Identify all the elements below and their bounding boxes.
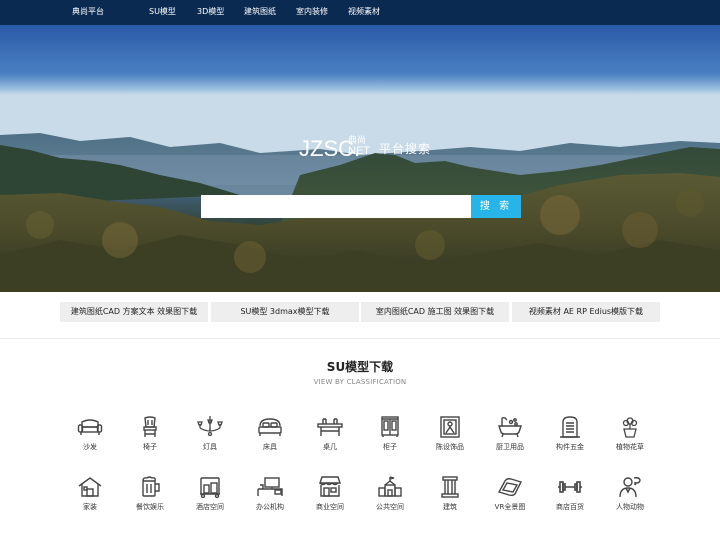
category-item-chair[interactable]: 椅子 — [120, 416, 180, 460]
category-item-kitchen-bath[interactable]: 厨卫用品 — [480, 416, 540, 460]
category-item-vr-panorama[interactable]: VR全景图 — [480, 476, 540, 520]
cabinet-icon — [381, 416, 399, 437]
category-label: 公共空间 — [376, 503, 404, 511]
column-icon — [441, 476, 459, 498]
category-item-plants[interactable]: 植物花草 — [600, 416, 660, 460]
category-label: 柜子 — [383, 443, 397, 451]
site-logo[interactable]: JZSC. 典尚 NET 平台搜索 — [299, 136, 430, 161]
category-label: VR全景图 — [494, 503, 526, 511]
category-item-hardware[interactable]: 构件五金 — [540, 416, 600, 460]
category-label: 陈设饰品 — [436, 443, 464, 451]
category-su-3dmax[interactable]: SU模型 3dmax模型下载 — [211, 302, 359, 322]
house-icon — [78, 477, 102, 497]
category-item-store[interactable]: 商店百货 — [540, 476, 600, 520]
category-item-public[interactable]: 公共空间 — [360, 476, 420, 520]
category-item-commercial[interactable]: 商业空间 — [300, 476, 360, 520]
beer-mug-icon — [142, 476, 160, 497]
office-desk-icon — [257, 477, 283, 496]
category-architecture-cad[interactable]: 建筑图纸CAD 方案文本 效果图下载 — [60, 302, 208, 322]
category-label: 建筑 — [443, 503, 457, 511]
vr-headset-icon — [497, 478, 522, 497]
category-label: 办公机构 — [256, 503, 284, 511]
category-item-home[interactable]: 家装 — [60, 476, 120, 520]
category-item-dining[interactable]: 餐饮娱乐 — [120, 476, 180, 520]
search-button[interactable]: 搜 索 — [471, 195, 521, 218]
nav-item-su-model[interactable]: SU模型 — [149, 6, 176, 17]
category-label: 厨卫用品 — [496, 443, 524, 451]
chair-icon — [143, 416, 157, 437]
category-label: 灯具 — [203, 443, 217, 451]
bed-icon — [258, 418, 282, 436]
sofa-icon — [77, 419, 103, 435]
category-bar: 建筑图纸CAD 方案文本 效果图下载 SU模型 3dmax模型下载 室内图纸CA… — [60, 302, 660, 322]
nav-item-architecture-drawings[interactable]: 建筑图纸 — [244, 6, 276, 17]
category-item-lighting[interactable]: 灯具 — [180, 416, 240, 460]
divider — [0, 338, 720, 339]
category-label: 沙发 — [83, 443, 97, 451]
logo-tagline: 平台搜索 — [379, 142, 432, 156]
public-building-icon — [378, 476, 402, 497]
search-input[interactable] — [201, 195, 471, 218]
category-item-table[interactable]: 桌几 — [300, 416, 360, 460]
picture-frame-icon — [440, 416, 460, 438]
bathtub-icon — [498, 416, 522, 438]
nav-item-3d-model[interactable]: 3D模型 — [197, 6, 224, 17]
category-label: 商业空间 — [316, 503, 344, 511]
section-title: SU模型下载 — [326, 360, 394, 374]
nav-brand[interactable]: 典尚平台 — [72, 6, 104, 17]
storefront-icon — [319, 476, 341, 497]
category-label: 构件五金 — [556, 443, 584, 451]
category-item-architecture[interactable]: 建筑 — [420, 476, 480, 520]
category-item-decor[interactable]: 陈设饰品 — [420, 416, 480, 460]
category-item-office[interactable]: 办公机构 — [240, 476, 300, 520]
category-item-people-animals[interactable]: 人物动物 — [600, 476, 660, 520]
category-interior-cad[interactable]: 室内图纸CAD 施工图 效果图下载 — [361, 302, 509, 322]
category-item-hotel[interactable]: 酒店空间 — [180, 476, 240, 520]
top-nav: 典尚平台 SU模型 3D模型 建筑图纸 室内装修 视频素材 — [0, 0, 720, 25]
category-item-bed[interactable]: 床具 — [240, 416, 300, 460]
potted-plant-icon — [622, 417, 638, 438]
logo-net-text: NET — [348, 145, 370, 157]
category-item-sofa[interactable]: 沙发 — [60, 416, 120, 460]
chandelier-icon — [197, 416, 223, 437]
category-label: 人物动物 — [616, 503, 644, 511]
nav-item-interior-decoration[interactable]: 室内装修 — [296, 6, 328, 17]
category-label: 家装 — [83, 503, 97, 511]
table-icon — [317, 418, 343, 436]
category-label: 椅子 — [143, 443, 157, 451]
hero-banner: JZSC. 典尚 NET 平台搜索 搜 索 — [0, 25, 720, 292]
luggage-cart-icon — [200, 477, 220, 498]
person-icon — [619, 477, 641, 498]
category-item-cabinet[interactable]: 柜子 — [360, 416, 420, 460]
door-icon — [560, 416, 580, 438]
nav-item-video-assets[interactable]: 视频素材 — [348, 6, 380, 17]
dumbbell-icon — [558, 481, 582, 493]
category-video-templates[interactable]: 视频素材 AE RP Edius模版下载 — [512, 302, 660, 322]
category-label: 餐饮娱乐 — [136, 503, 164, 511]
category-label: 商店百货 — [556, 503, 584, 511]
section-subtitle: VIEW BY CLASSIFICATION — [313, 378, 407, 386]
category-label: 酒店空间 — [196, 503, 224, 511]
category-label: 床具 — [263, 443, 277, 451]
category-label: 植物花草 — [616, 443, 644, 451]
category-label: 桌几 — [323, 443, 337, 451]
